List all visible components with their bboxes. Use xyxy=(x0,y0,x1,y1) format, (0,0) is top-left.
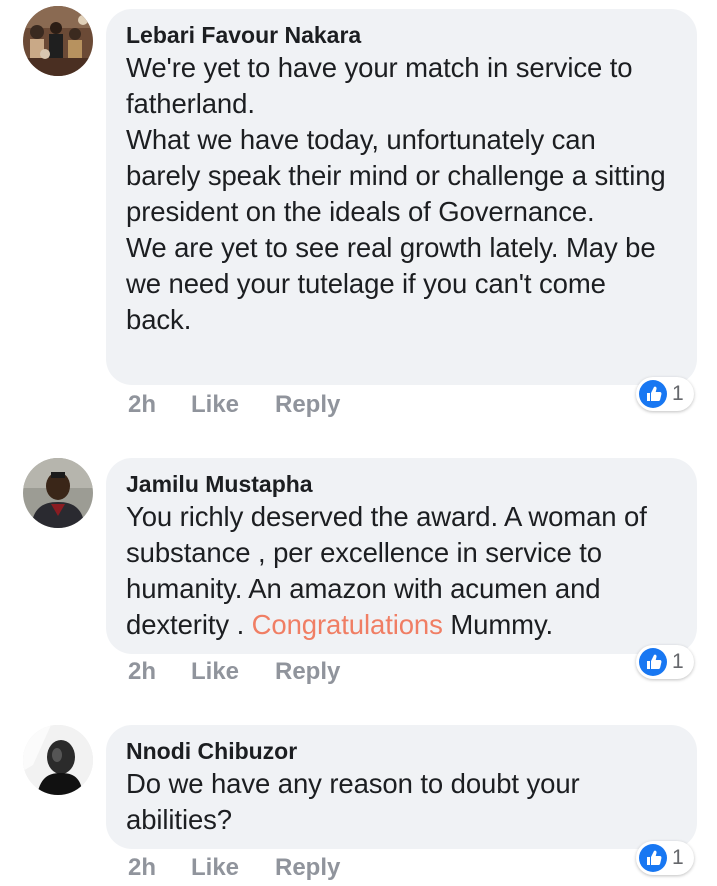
comment-timestamp[interactable]: 2h xyxy=(128,390,191,420)
reaction-count: 1 xyxy=(672,382,684,405)
comment-paragraph: Do we have any reason to doubt your abil… xyxy=(126,768,580,835)
comment-author[interactable]: Jamilu Mustapha xyxy=(126,469,677,499)
comment-paragraph: What we have today, unfortunately can ba… xyxy=(126,124,666,227)
reaction-count: 1 xyxy=(672,650,684,673)
thumbs-up-icon xyxy=(639,380,667,408)
comment-bubble: Nnodi Chibuzor Do we have any reason to … xyxy=(106,725,697,849)
highlighted-word: Congratulations xyxy=(251,609,443,640)
avatar[interactable] xyxy=(23,725,93,795)
comment-text: Do we have any reason to doubt your abil… xyxy=(126,766,677,838)
comment-bubble: Jamilu Mustapha You richly deserved the … xyxy=(106,458,697,654)
comment-actions: 2h Like Reply xyxy=(128,390,340,420)
reply-button[interactable]: Reply xyxy=(275,657,340,687)
comment-text: We're yet to have your match in service … xyxy=(126,50,677,338)
like-button[interactable]: Like xyxy=(191,853,275,883)
comment-author[interactable]: Lebari Favour Nakara xyxy=(126,20,677,50)
reaction-badge[interactable]: 1 xyxy=(636,841,694,875)
comment-actions: 2h Like Reply xyxy=(128,853,340,883)
like-button[interactable]: Like xyxy=(191,657,275,687)
thumbs-up-icon xyxy=(639,844,667,872)
thumbs-up-icon xyxy=(639,648,667,676)
reaction-badge[interactable]: 1 xyxy=(636,645,694,679)
comment-paragraph: We're yet to have your match in service … xyxy=(126,52,633,119)
comment-actions: 2h Like Reply xyxy=(128,657,340,687)
reaction-count: 1 xyxy=(672,846,684,869)
comment-text: You richly deserved the award. A woman o… xyxy=(126,499,677,643)
avatar[interactable] xyxy=(23,6,93,76)
comment-text-part: Mummy. xyxy=(442,609,554,640)
like-button[interactable]: Like xyxy=(191,390,275,420)
comment-author[interactable]: Nnodi Chibuzor xyxy=(126,736,677,766)
reaction-badge[interactable]: 1 xyxy=(636,377,694,411)
comment-timestamp[interactable]: 2h xyxy=(128,657,191,687)
reply-button[interactable]: Reply xyxy=(275,853,340,883)
reply-button[interactable]: Reply xyxy=(275,390,340,420)
avatar[interactable] xyxy=(23,458,93,528)
comment-bubble: Lebari Favour Nakara We're yet to have y… xyxy=(106,9,697,385)
comment-paragraph: We are yet to see real growth lately. Ma… xyxy=(126,232,656,335)
comment-timestamp[interactable]: 2h xyxy=(128,853,191,883)
